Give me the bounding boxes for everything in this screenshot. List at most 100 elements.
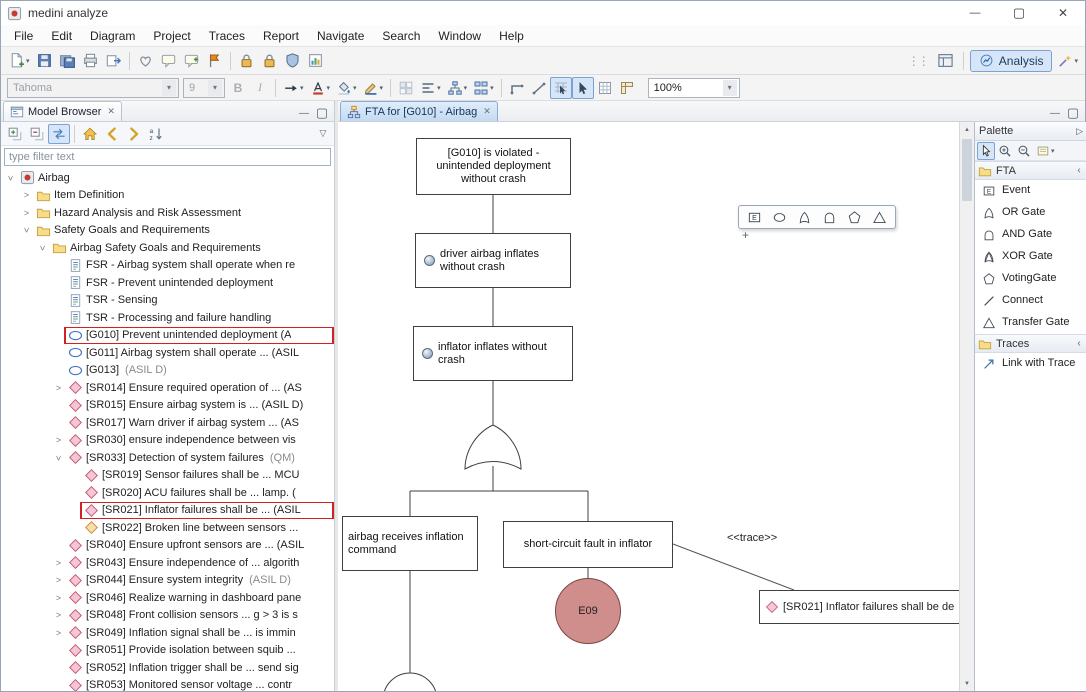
menu-navigate[interactable]: Navigate — [308, 25, 373, 46]
route-rectilinear-button[interactable] — [506, 77, 528, 99]
tree-item-sr021-inflator-failures-shal[interactable]: [SR021] Inflator failures shall be ... (… — [1, 502, 334, 520]
view-menu-button[interactable] — [315, 128, 331, 139]
palette-item-and-gate[interactable]: AND Gate — [975, 224, 1086, 246]
menu-diagram[interactable]: Diagram — [81, 25, 144, 46]
expander-closed-icon[interactable] — [53, 575, 64, 585]
font-family-select[interactable]: Tahoma — [7, 78, 179, 98]
save-button[interactable] — [33, 50, 56, 72]
fta-basic-event-circle[interactable]: E09 — [555, 578, 621, 644]
close-icon[interactable] — [107, 106, 115, 117]
fta-node-basic-right[interactable]: short-circuit fault in inflator — [503, 521, 673, 568]
menu-search[interactable]: Search — [373, 25, 429, 46]
scrollbar-thumb[interactable] — [962, 139, 972, 201]
link-editor-button[interactable] — [48, 124, 70, 144]
tab-fta-editor[interactable]: FTA for [G010] - Airbag — [340, 101, 498, 121]
expander-open-icon[interactable] — [6, 172, 16, 183]
minimize-editor-button[interactable] — [1047, 105, 1063, 121]
popup-transfer-gate-button[interactable] — [869, 208, 890, 226]
palette-header[interactable]: Palette — [975, 122, 1086, 141]
expander-closed-icon[interactable] — [53, 628, 64, 638]
tree-item-fsr-airbag-system-shall-oper[interactable]: FSR - Airbag system shall operate when r… — [1, 257, 334, 275]
nav-back-button[interactable] — [101, 124, 123, 144]
popup-and-gate-button[interactable] — [819, 208, 840, 226]
expander-open-icon[interactable] — [54, 452, 64, 463]
tree-item-safety-goals-and-requirement[interactable]: Safety Goals and Requirements — [1, 222, 334, 240]
tree-item-sr033-detection-of-system-fa[interactable]: [SR033] Detection of system failures(QM) — [1, 449, 334, 467]
fta-node-top-event[interactable]: [G010] is violated - unintended deployme… — [416, 138, 571, 195]
tree-item-sr048-front-collision-sensor[interactable]: [SR048] Front collision sensors ... g > … — [1, 607, 334, 625]
tree-item-sr015-ensure-airbag-system-i[interactable]: [SR015] Ensure airbag system is ... (ASI… — [1, 397, 334, 415]
popup-basic-event-button[interactable] — [769, 208, 790, 226]
tree-item-airbag-safety-goals-and-requ[interactable]: Airbag Safety Goals and Requirements — [1, 239, 334, 257]
new-file-button[interactable] — [5, 50, 33, 72]
comment-add-button[interactable] — [180, 50, 203, 72]
layout-tree-button[interactable] — [444, 77, 471, 99]
tree-item-hazard-analysis-and-risk-ass[interactable]: Hazard Analysis and Risk Assessment — [1, 204, 334, 222]
italic-button[interactable]: I — [249, 77, 271, 99]
scroll-down-button[interactable] — [960, 676, 974, 691]
palette-section-fta[interactable]: FTA — [975, 161, 1086, 180]
tree-item-sr046-realize-warning-in-das[interactable]: [SR046] Realize warning in dashboard pan… — [1, 589, 334, 607]
expander-open-icon[interactable] — [38, 242, 48, 253]
tree-item-airbag[interactable]: Airbag — [1, 169, 334, 187]
tree-item-sr014-ensure-required-operat[interactable]: [SR014] Ensure required operation of ...… — [1, 379, 334, 397]
palette-item-or-gate[interactable]: OR Gate — [975, 202, 1086, 224]
layout-grid-button[interactable] — [470, 77, 497, 99]
fta-canvas[interactable]: [G010] is violated - unintended deployme… — [338, 122, 959, 691]
align-button[interactable] — [417, 77, 444, 99]
customize-button[interactable] — [1054, 50, 1081, 72]
print-button[interactable] — [79, 50, 102, 72]
tree-item-sr030-ensure-independence-be[interactable]: [SR030] ensure independence between vis — [1, 432, 334, 450]
palette-item-link-with-trace[interactable]: Link with Trace — [975, 353, 1086, 375]
tree-item-sr040-ensure-upfront-sensors[interactable]: [SR040] Ensure upfront sensors are ... (… — [1, 537, 334, 555]
tree-item-sr053-monitored-sensor-volta[interactable]: [SR053] Monitored sensor voltage ... con… — [1, 677, 334, 692]
fill-color-button[interactable] — [333, 77, 360, 99]
lock-2-button[interactable] — [258, 50, 281, 72]
report-button[interactable] — [304, 50, 327, 72]
tab-model-browser[interactable]: Model Browser — [3, 101, 122, 121]
palette-item-votinggate[interactable]: VotingGate — [975, 268, 1086, 290]
lock-button[interactable] — [235, 50, 258, 72]
menu-file[interactable]: File — [5, 25, 42, 46]
select-filter-button[interactable] — [395, 77, 417, 99]
menu-edit[interactable]: Edit — [42, 25, 81, 46]
tree-item-tsr-processing-and-failure-h[interactable]: TSR - Processing and failure handling — [1, 309, 334, 327]
palette-note-button[interactable] — [1034, 142, 1057, 160]
menu-help[interactable]: Help — [490, 25, 533, 46]
palette-item-xor-gate[interactable]: XOR Gate — [975, 246, 1086, 268]
palette-item-connect[interactable]: Connect — [975, 290, 1086, 312]
tree-item-sr044-ensure-system-integrit[interactable]: [SR044] Ensure system integrity(ASIL D) — [1, 572, 334, 590]
tree-item-sr043-ensure-independence-of[interactable]: [SR043] Ensure independence of ... algor… — [1, 554, 334, 572]
tree-item-sr051-provide-isolation-betw[interactable]: [SR051] Provide isolation between squib … — [1, 642, 334, 660]
tree-item-item-definition[interactable]: Item Definition — [1, 187, 334, 205]
fta-node-basic-left[interactable]: airbag receives inflation command — [342, 516, 478, 571]
expander-closed-icon[interactable] — [53, 558, 64, 568]
tree-item-sr049-inflation-signal-shall[interactable]: [SR049] Inflation signal shall be ... is… — [1, 624, 334, 642]
expander-closed-icon[interactable] — [53, 610, 64, 620]
popup-event-button[interactable]: E — [744, 208, 765, 226]
tree-item-sr022-broken-line-between-se[interactable]: [SR022] Broken line between sensors ... — [1, 519, 334, 537]
collapse-all-button[interactable] — [26, 124, 48, 144]
tree-item-sr019-sensor-failures-shall-[interactable]: [SR019] Sensor failures shall be ... MCU — [1, 467, 334, 485]
tree-item-tsr-sensing[interactable]: TSR - Sensing — [1, 292, 334, 310]
fta-node-intermediate-2[interactable]: inflator inflates without crash — [413, 326, 573, 381]
maximize-view-button[interactable] — [314, 105, 330, 121]
menu-project[interactable]: Project — [144, 25, 199, 46]
perspective-analysis-button[interactable]: Analysis — [970, 50, 1053, 72]
show-grid-button[interactable] — [594, 77, 616, 99]
expander-closed-icon[interactable] — [53, 435, 64, 445]
minimize-view-button[interactable] — [296, 105, 312, 121]
menu-window[interactable]: Window — [429, 25, 490, 46]
snap-to-grid-button[interactable] — [550, 77, 572, 99]
maximize-button[interactable] — [997, 1, 1041, 25]
menu-traces[interactable]: Traces — [200, 25, 254, 46]
tree-item-sr017-warn-driver-if-airbag-[interactable]: [SR017] Warn driver if airbag system ...… — [1, 414, 334, 432]
fta-node-intermediate-1[interactable]: driver airbag inflates without crash — [415, 233, 571, 288]
route-oblique-button[interactable] — [528, 77, 550, 99]
export-button[interactable] — [102, 50, 125, 72]
popup-voting-gate-button[interactable] — [844, 208, 865, 226]
edge-style-button[interactable] — [280, 77, 307, 99]
sort-az-button[interactable]: az — [145, 124, 167, 144]
select-mode-button[interactable] — [572, 77, 594, 99]
nav-forward-button[interactable] — [123, 124, 145, 144]
